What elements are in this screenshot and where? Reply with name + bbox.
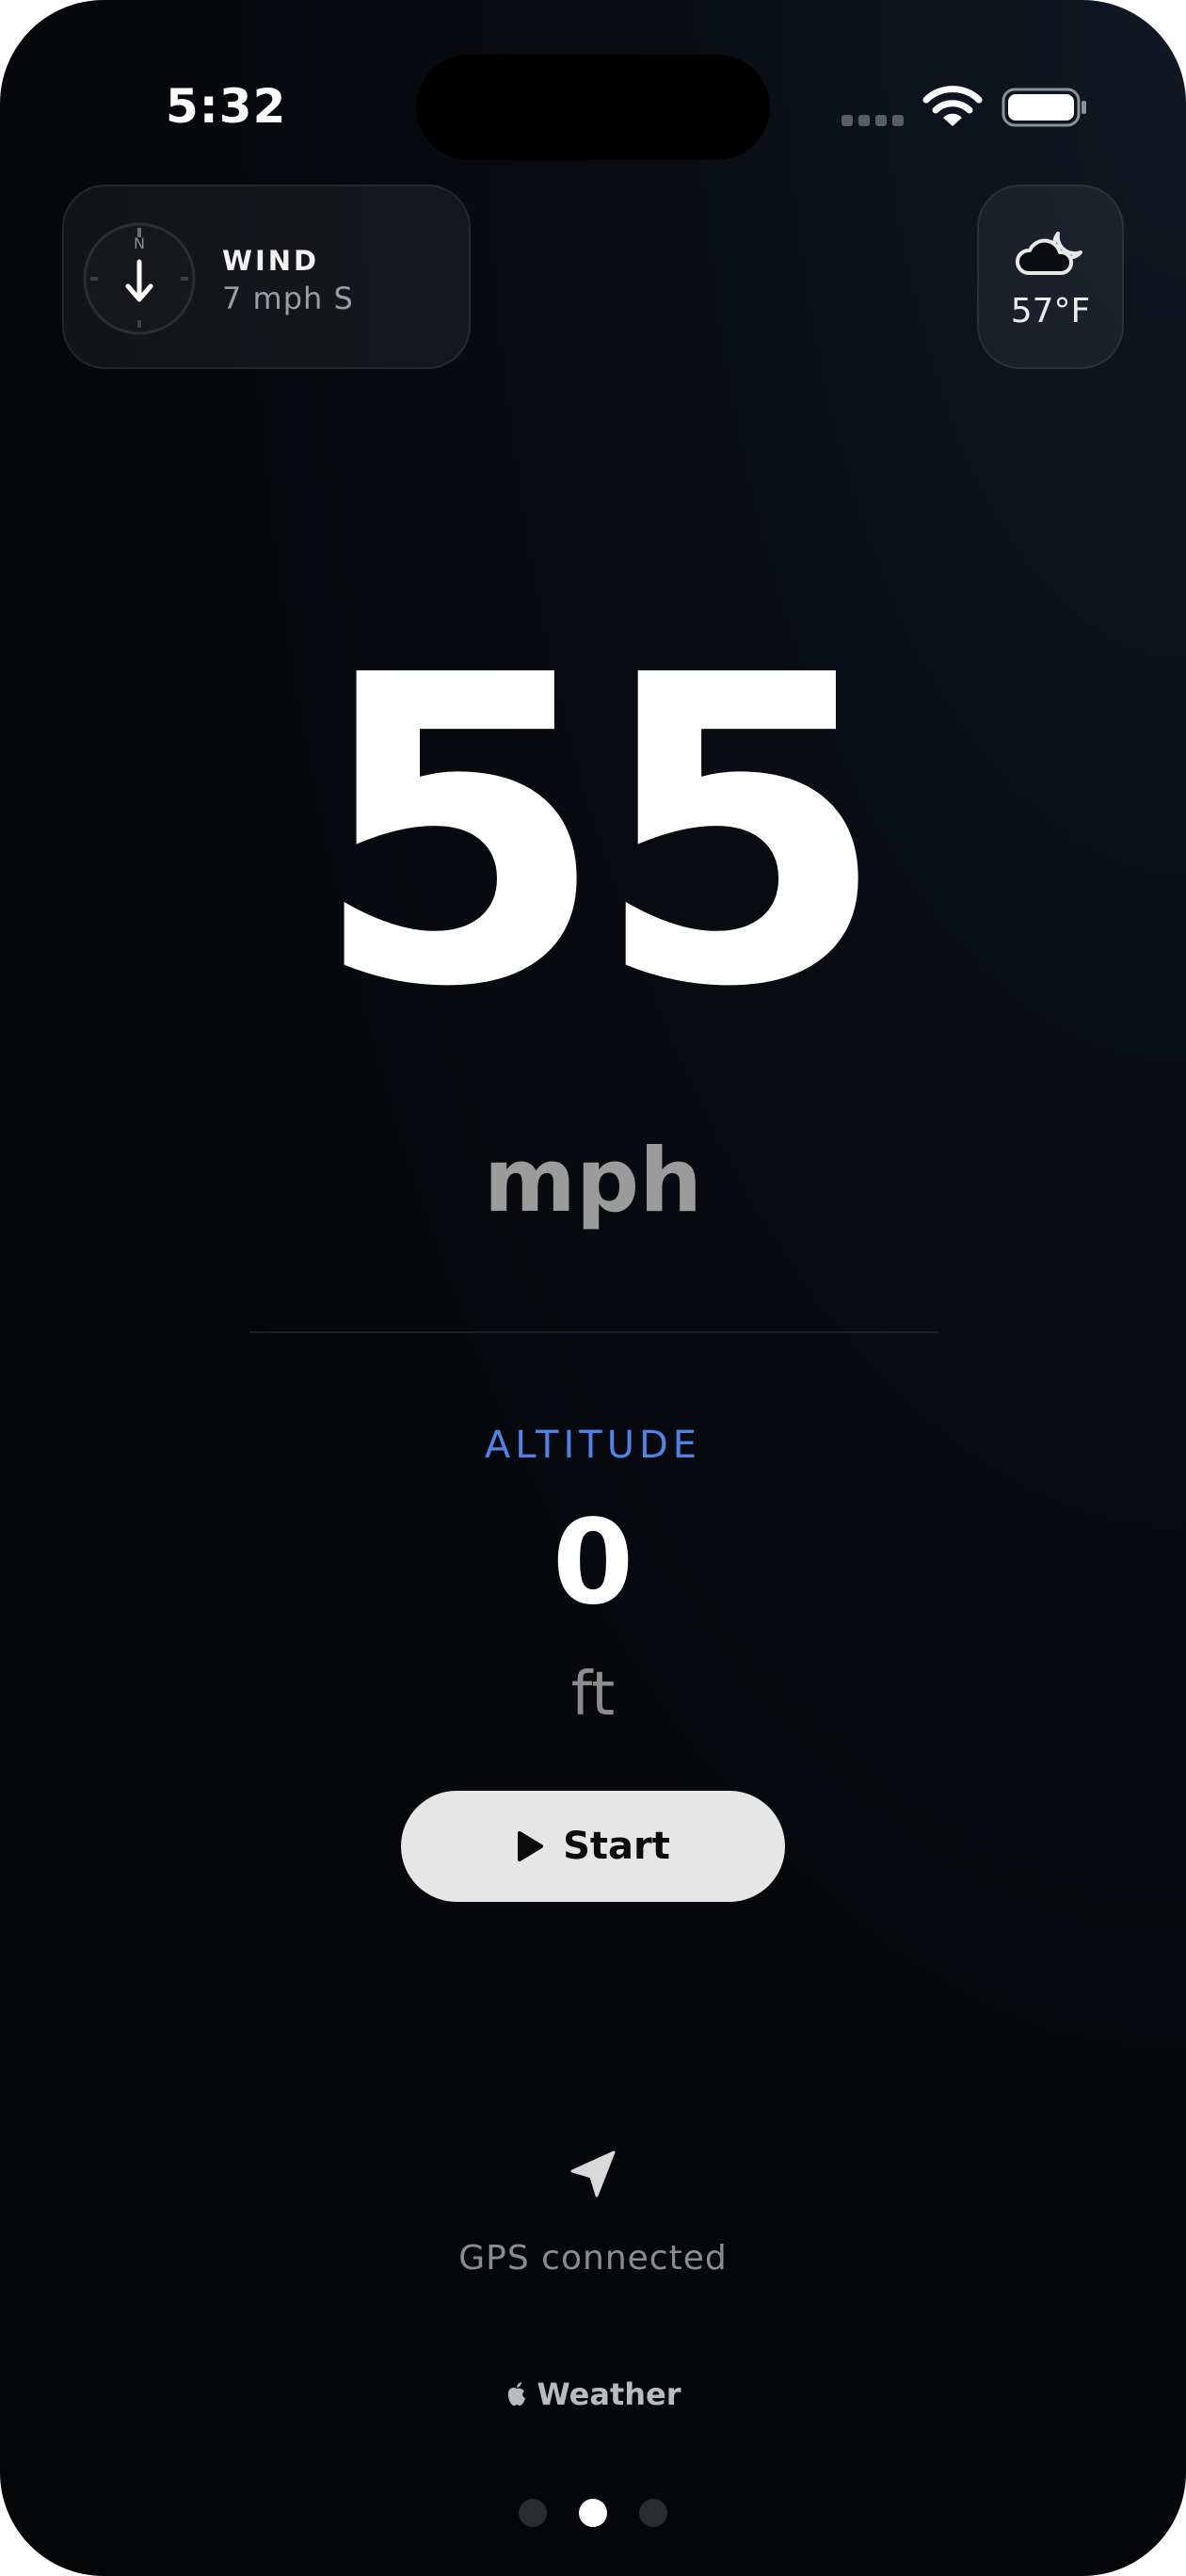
status-time: 5:32 <box>166 79 287 134</box>
page-dot-active[interactable] <box>579 2499 607 2527</box>
divider <box>249 1331 938 1333</box>
altitude-unit: ft <box>570 1660 616 1730</box>
wind-value: 7 mph S <box>222 281 354 316</box>
play-icon <box>518 1831 544 1861</box>
attribution-text: Weather <box>537 2376 681 2412</box>
app-screen: 5:32 N WIND 7 mph S 57°F 55 mph ALTITUDE… <box>0 0 1186 2576</box>
page-dot[interactable] <box>639 2499 667 2527</box>
page-indicator[interactable] <box>0 2499 1186 2527</box>
cloud-moon-icon <box>1016 232 1082 275</box>
weather-attribution[interactable]: Weather <box>0 2376 1186 2412</box>
location-arrow-icon <box>570 2150 616 2198</box>
speed-value: 55 <box>311 587 888 1080</box>
dynamic-island <box>416 55 770 160</box>
wind-widget[interactable]: N WIND 7 mph S <box>62 185 471 369</box>
page-dot[interactable] <box>519 2499 547 2527</box>
gps-status: GPS connected <box>458 2239 728 2278</box>
battery-icon <box>1002 88 1086 127</box>
start-button[interactable]: Start <box>401 1791 785 1902</box>
altitude-label: ALTITUDE <box>484 1424 702 1467</box>
compass-icon: N <box>83 222 196 335</box>
wifi-icon <box>922 86 983 126</box>
speed-unit: mph <box>483 1130 703 1232</box>
wind-title: WIND <box>222 245 320 277</box>
altitude-value: 0 <box>552 1495 634 1631</box>
weather-widget[interactable]: 57°F <box>977 185 1124 369</box>
temperature-value: 57°F <box>1010 292 1091 330</box>
cellular-signal-icon <box>841 115 904 126</box>
start-button-label: Start <box>563 1825 670 1868</box>
apple-logo-icon <box>508 2382 526 2406</box>
